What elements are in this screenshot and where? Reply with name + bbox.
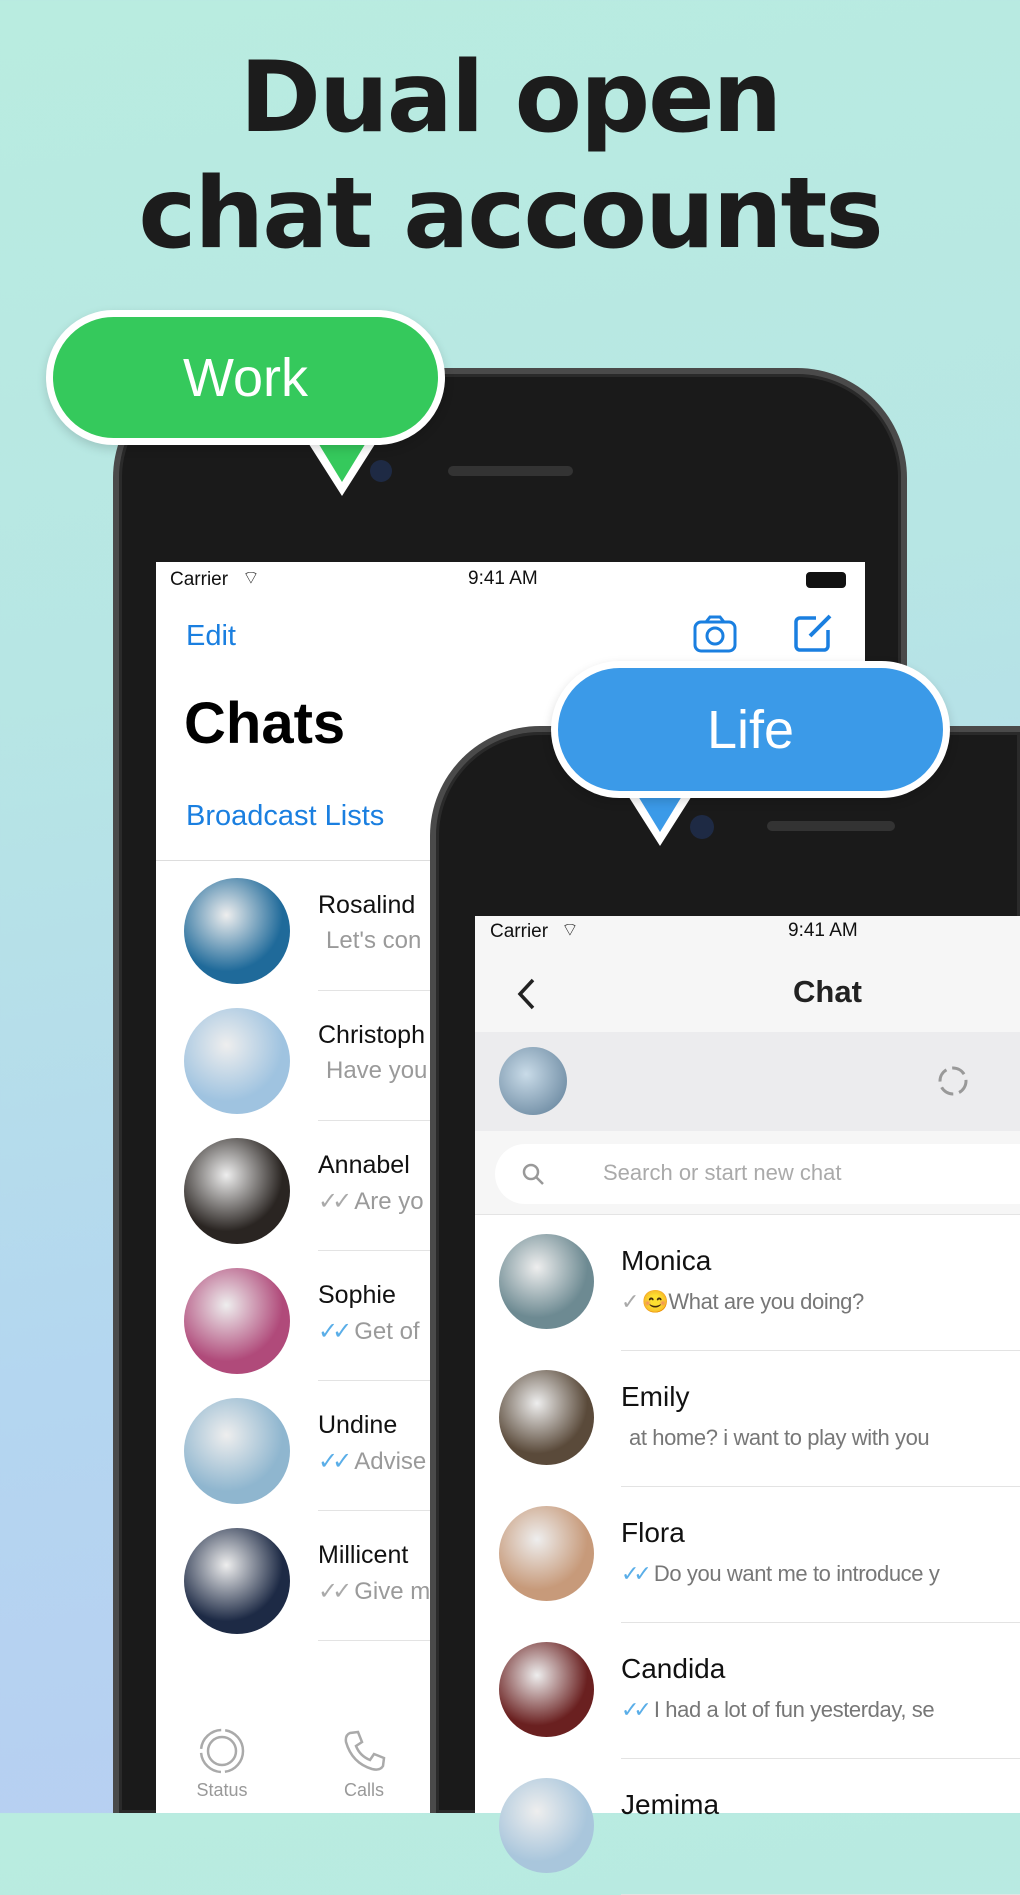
time: 9:41 AM	[468, 568, 538, 589]
chat-name: Jemima	[621, 1789, 720, 1820]
battery-icon	[806, 572, 846, 588]
avatar	[184, 1138, 290, 1244]
account-avatar	[499, 1047, 567, 1115]
chat-preview: Have you	[318, 1057, 427, 1085]
page-title: Chats	[184, 691, 346, 756]
wifi-icon: ⌔	[561, 920, 579, 941]
status-icon	[199, 1728, 245, 1774]
tab-status[interactable]: Status	[192, 1727, 252, 1801]
chat-preview: ✓ 😊What are you doing?	[621, 1289, 864, 1315]
avatar	[184, 1008, 290, 1114]
chat-row[interactable]: Candida ✓✓ I had a lot of fun yesterday, …	[475, 1623, 1020, 1759]
time: 9:41 AM	[788, 920, 858, 941]
chat-row[interactable]: Flora ✓✓ Do you want me to introduce y	[475, 1487, 1020, 1623]
read-check-icon: ✓✓	[621, 1697, 652, 1722]
broadcast-lists-link[interactable]: Broadcast Lists	[186, 800, 384, 833]
carrier: Carrier	[490, 921, 549, 942]
chat-message: Advise	[354, 1448, 427, 1475]
work-speaker	[448, 466, 573, 476]
chat-message: Let's con	[326, 927, 422, 954]
chat-message: Are yo	[354, 1188, 424, 1215]
loading-spinner-icon	[938, 1066, 968, 1096]
life-speaker	[767, 821, 895, 831]
chat-preview: ✓✓ Are yo	[318, 1187, 424, 1216]
chat-preview: ✓✓ Advise	[318, 1447, 426, 1476]
headline-line2: chat accounts	[138, 157, 883, 271]
read-check-icon: ✓✓	[318, 1448, 352, 1475]
chat-row[interactable]: Jemima	[475, 1759, 1020, 1895]
chat-message: 😊What are you doing?	[641, 1289, 864, 1314]
avatar	[184, 1528, 290, 1634]
avatar	[184, 1398, 290, 1504]
read-check-icon: ✓	[621, 1289, 640, 1314]
nav-bar	[475, 916, 1020, 1032]
search-placeholder: Search or start new chat	[603, 1160, 842, 1185]
chat-message: Give m	[354, 1578, 431, 1605]
chat-message: Do you want me to introduce y	[653, 1561, 940, 1586]
tab-status-label: Status	[196, 1780, 248, 1800]
avatar	[499, 1642, 594, 1737]
chat-row[interactable]: Emily at home? i want to play with you	[475, 1351, 1020, 1487]
compose-icon[interactable]	[792, 610, 836, 654]
chat-message: Get of	[354, 1318, 420, 1345]
chat-name: Undine	[318, 1411, 398, 1439]
work-badge: Work	[46, 310, 445, 445]
chat-name: Christoph	[318, 1021, 425, 1049]
phone-icon	[344, 1730, 386, 1771]
page-title: Chat	[793, 974, 862, 1009]
headline-line1: Dual open	[239, 41, 783, 155]
chat-message: I had a lot of fun yesterday, se	[653, 1697, 935, 1722]
avatar	[184, 1268, 290, 1374]
chat-name: Monica	[621, 1245, 712, 1276]
chat-name: Annabel	[318, 1151, 410, 1179]
chat-name: Candida	[621, 1653, 726, 1684]
avatar	[184, 878, 290, 984]
chat-preview: ✓✓ Get of	[318, 1317, 420, 1346]
chat-row[interactable]: Monica ✓ 😊What are you doing?	[475, 1215, 1020, 1351]
chat-name: Rosalind	[318, 891, 416, 919]
read-check-icon: ✓✓	[318, 1318, 352, 1345]
read-check-icon: ✓✓	[318, 1578, 352, 1605]
chat-preview	[621, 1833, 629, 1859]
read-check-icon: ✓✓	[621, 1561, 652, 1586]
wifi-icon: ⌔	[242, 568, 260, 589]
avatar	[499, 1778, 594, 1873]
edit-button[interactable]: Edit	[186, 620, 236, 653]
chat-name: Millicent	[318, 1541, 409, 1569]
chat-preview: at home? i want to play with you	[621, 1425, 930, 1451]
chat-name: Sophie	[318, 1281, 396, 1309]
avatar	[499, 1234, 594, 1329]
chat-message: Have you	[326, 1057, 428, 1084]
tab-calls[interactable]: Calls	[334, 1727, 394, 1801]
avatar	[499, 1370, 594, 1465]
life-badge: Life	[551, 661, 950, 798]
camera-icon[interactable]	[692, 614, 738, 654]
search-icon	[522, 1163, 544, 1185]
chat-preview: ✓✓ Do you want me to introduce y	[621, 1561, 940, 1587]
search-input[interactable]: Search or start new chat	[495, 1144, 1020, 1204]
tab-calls-label: Calls	[343, 1780, 384, 1800]
chat-name: Flora	[621, 1517, 685, 1548]
chat-preview: ✓✓ I had a lot of fun yesterday, se	[621, 1697, 935, 1723]
chat-message: at home? i want to play with you	[629, 1425, 930, 1450]
chat-preview: Let's con	[318, 927, 421, 955]
life-screen: Carrier ⌔ 9:41 AM Chat Search or start n…	[475, 916, 1020, 1895]
read-check-icon: ✓✓	[318, 1188, 352, 1215]
carrier: Carrier	[170, 569, 229, 590]
account-row[interactable]	[475, 1032, 1020, 1131]
chat-name: Emily	[621, 1381, 690, 1412]
chat-preview: ✓✓ Give m	[318, 1577, 430, 1606]
avatar	[499, 1506, 594, 1601]
back-icon[interactable]	[515, 976, 539, 1012]
